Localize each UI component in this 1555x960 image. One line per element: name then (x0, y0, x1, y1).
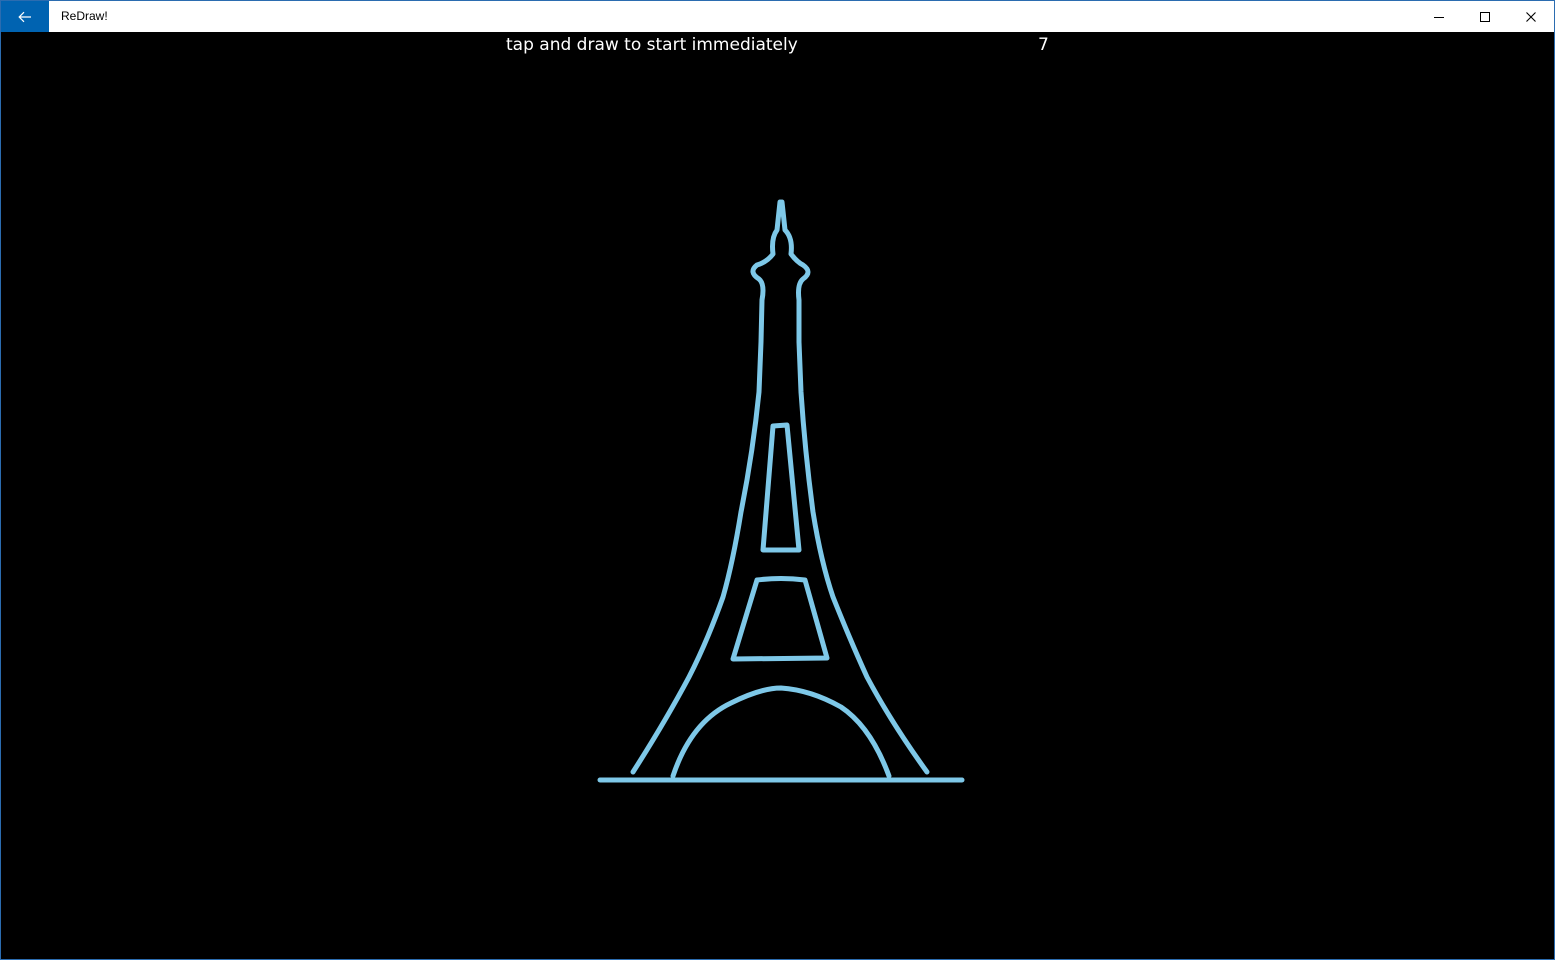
upper-window (760, 422, 802, 553)
middle-window (730, 576, 830, 662)
app-window: ReDraw! tap and draw to start immediatel… (0, 0, 1555, 960)
maximize-icon (1480, 11, 1490, 22)
window-controls (1416, 1, 1554, 32)
title-bar: ReDraw! (1, 1, 1554, 32)
minimize-icon (1434, 16, 1444, 18)
close-icon (1526, 11, 1536, 22)
back-button[interactable] (1, 1, 49, 32)
tower-left-outline (630, 199, 783, 775)
eiffel-tower-drawing (597, 199, 965, 783)
close-button[interactable] (1508, 1, 1554, 32)
arrow-left-icon (18, 11, 31, 22)
drawing-canvas[interactable]: tap and draw to start immediately 7 (1, 32, 1554, 959)
tower-right-outline (779, 199, 930, 775)
minimize-button[interactable] (1416, 1, 1462, 32)
maximize-button[interactable] (1462, 1, 1508, 32)
window-title: ReDraw! (61, 9, 108, 23)
base-arch (670, 685, 892, 779)
